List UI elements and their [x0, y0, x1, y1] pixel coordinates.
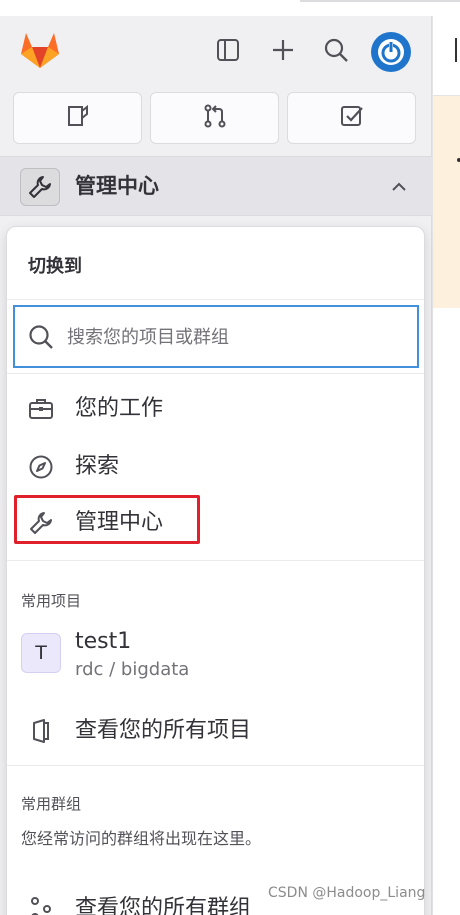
- wrench-icon: [20, 168, 60, 206]
- issues-button[interactable]: [13, 92, 142, 144]
- frequent-groups-title: 常用群组: [21, 795, 82, 813]
- context-switcher-dropdown: 切换到 您的工作 探索 管理中心 常用项目 T test1 rdc / bigd…: [6, 226, 425, 915]
- nav-explore[interactable]: 探索: [7, 441, 424, 493]
- project-avatar: T: [21, 633, 61, 673]
- nav-label: 查看您的所有项目: [75, 718, 252, 743]
- main-header-partial: [433, 16, 460, 96]
- project-path: rdc / bigdata: [75, 659, 190, 680]
- sidebar-toggle-icon[interactable]: [212, 34, 244, 66]
- chevron-up-icon[interactable]: [385, 173, 413, 201]
- main-content-partial: [432, 16, 460, 915]
- nav-label: 探索: [75, 454, 120, 479]
- nav-your-work[interactable]: 您的工作: [7, 383, 424, 435]
- context-switcher-toggle[interactable]: 管理中心: [0, 156, 432, 216]
- plus-icon[interactable]: [267, 34, 299, 66]
- context-label: 管理中心: [75, 174, 159, 198]
- search-icon: [27, 323, 55, 351]
- browser-top-strip: [0, 0, 460, 16]
- frequent-projects-title: 常用项目: [21, 592, 82, 610]
- user-avatar[interactable]: [371, 32, 411, 72]
- search-input[interactable]: [67, 321, 407, 353]
- nav-label: 您的工作: [75, 396, 164, 421]
- search-icon[interactable]: [320, 34, 352, 66]
- watermark-text: CSDN @Hadoop_Liang: [268, 885, 426, 901]
- merge-requests-button[interactable]: [150, 92, 279, 144]
- switcher-title: 切换到: [28, 256, 82, 277]
- todo-icon: [339, 103, 365, 133]
- merge-request-icon: [202, 103, 228, 133]
- project-name: test1: [75, 629, 132, 654]
- highlight-annotation-box: [14, 495, 200, 544]
- gitlab-logo[interactable]: [18, 28, 62, 72]
- briefcase-icon: [27, 395, 55, 423]
- compass-icon: [27, 453, 55, 481]
- group-icon: [27, 895, 55, 915]
- search-field[interactable]: [13, 305, 419, 368]
- view-all-projects-link[interactable]: 查看您的所有项目: [7, 705, 424, 757]
- project-icon: [27, 717, 55, 745]
- issues-icon: [65, 103, 91, 133]
- nav-label: 查看您的所有群组: [75, 896, 252, 915]
- notice-banner-partial: [433, 96, 460, 308]
- todo-button[interactable]: [287, 92, 416, 144]
- frequent-groups-empty-text: 您经常访问的群组将出现在这里。: [21, 829, 262, 848]
